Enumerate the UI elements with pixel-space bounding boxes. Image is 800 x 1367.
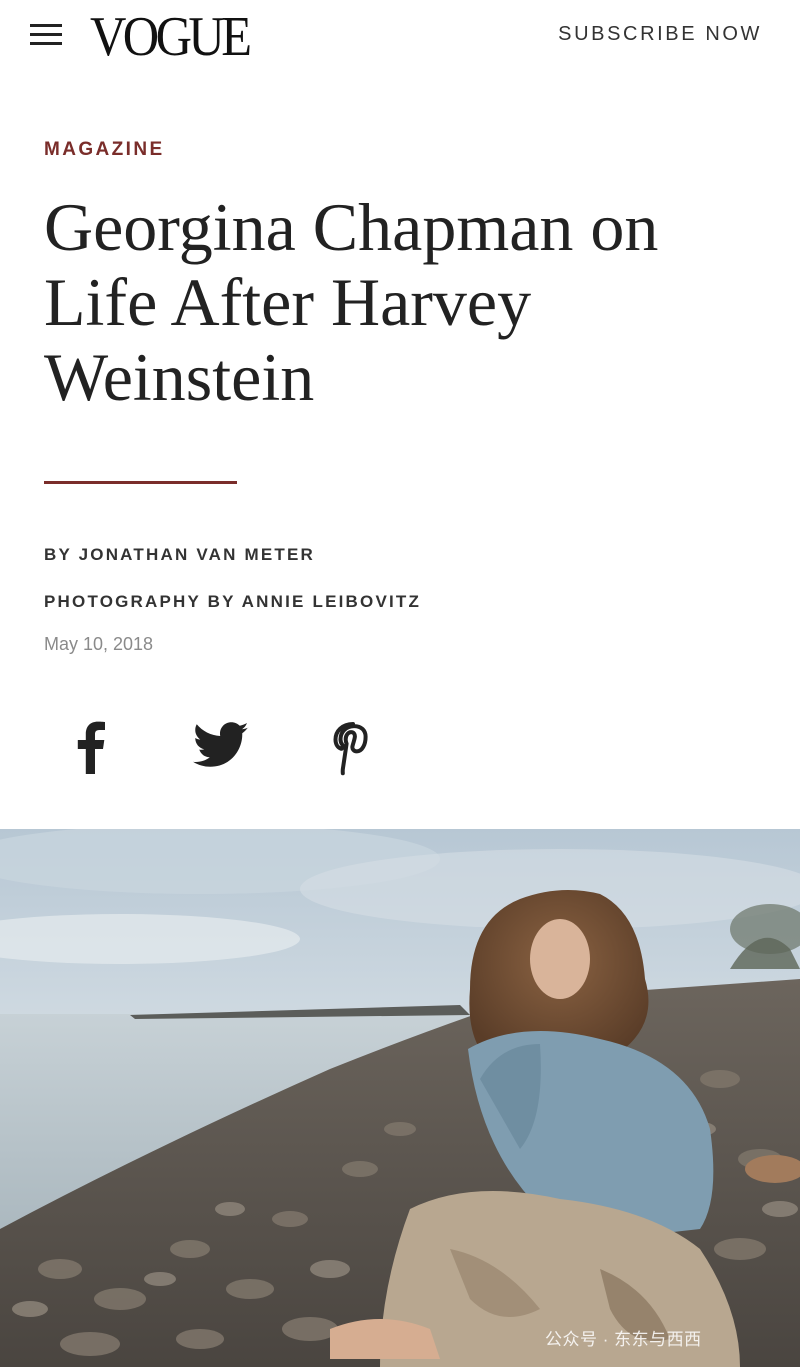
subscribe-button[interactable]: SUBSCRIBE NOW [558, 21, 762, 47]
article-headline: Georgina Chapman on Life After Harvey We… [44, 189, 659, 415]
twitter-icon[interactable] [191, 716, 251, 776]
headline-divider [44, 481, 237, 484]
photo-credit[interactable]: PHOTOGRAPHY BY ANNIE LEIBOVITZ [44, 592, 421, 612]
hamburger-menu-icon[interactable] [30, 22, 62, 48]
wechat-watermark: 公众号 · 东东与西西 [545, 1330, 702, 1349]
author-byline[interactable]: BY JONATHAN VAN METER [44, 545, 315, 565]
facebook-icon[interactable] [62, 716, 122, 776]
hero-photo [0, 829, 800, 1367]
pinterest-icon[interactable] [322, 716, 382, 776]
publish-date: May 10, 2018 [44, 634, 154, 654]
section-rubric[interactable]: MAGAZINE [44, 139, 165, 161]
site-header: VOGUE SUBSCRIBE NOW [0, 0, 800, 76]
vogue-logo[interactable]: VOGUE [90, 6, 252, 68]
